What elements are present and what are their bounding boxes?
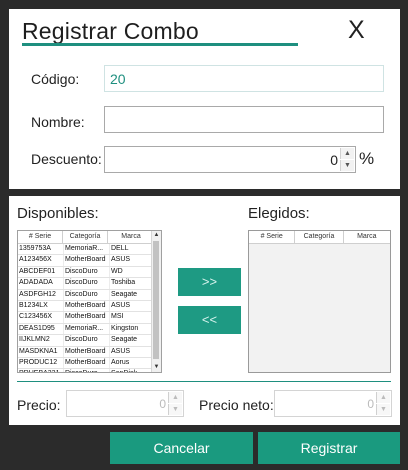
disponibles-title: Disponibles: xyxy=(17,205,99,222)
section-divider xyxy=(17,381,391,382)
table-row[interactable]: DEAS1D95 MemoriaR... Kingston xyxy=(18,323,161,336)
table-cell: DiscoDuro xyxy=(64,369,110,372)
add-to-combo-button[interactable]: >> xyxy=(178,268,241,296)
scroll-down-icon[interactable]: ▼ xyxy=(152,363,161,372)
column-header-serie[interactable]: # Serie xyxy=(249,231,296,243)
descuento-label: Descuento: xyxy=(31,151,102,167)
precio-neto-value: 0 xyxy=(367,396,374,411)
table-cell: B1234LX xyxy=(18,300,64,312)
precio-value: 0 xyxy=(159,396,166,411)
table-cell: DiscoDuro xyxy=(64,289,110,300)
table-cell: MotherBoard xyxy=(64,312,110,323)
table-cell: 1359753A xyxy=(18,244,64,255)
codigo-label: Código: xyxy=(31,71,80,87)
table-cell: MotherBoard xyxy=(64,300,110,312)
table-cell: DiscoDuro xyxy=(64,278,110,289)
table-row[interactable]: ASDFGH12 DiscoDuro Seagate xyxy=(18,289,161,301)
column-header-categoria[interactable]: Categoría xyxy=(295,231,344,243)
column-header-categoria[interactable]: Categoría xyxy=(63,231,108,243)
percent-sign: % xyxy=(359,149,375,168)
table-row[interactable]: PRODUC12 MotherBoard Aorus xyxy=(18,357,161,370)
chevron-down-icon[interactable]: ▼ xyxy=(340,160,354,171)
table-cell: DEAS1D95 xyxy=(18,323,64,335)
table-cell: ABCDEF01 xyxy=(18,266,64,278)
scroll-up-icon[interactable]: ▲ xyxy=(152,231,161,240)
table-cell: C123456X xyxy=(18,312,64,323)
chevron-down-icon[interactable]: ▼ xyxy=(168,404,182,415)
table-row[interactable]: PRUEBA321DiscoDuroSanDisk xyxy=(18,369,161,372)
chevron-up-icon[interactable]: ▲ xyxy=(168,392,182,403)
disponibles-scrollbar[interactable]: ▲ ▼ xyxy=(151,231,161,372)
disponibles-header: # Serie Categoría Marca xyxy=(18,231,161,244)
table-cell: IIJKLMN2 xyxy=(18,335,64,346)
table-row[interactable]: ABCDEF01 DiscoDuro WD xyxy=(18,266,161,279)
table-cell: MotherBoard xyxy=(64,346,110,357)
precio-neto-stepper[interactable]: 0 ▲ ▼ xyxy=(274,390,392,417)
disponibles-table[interactable]: # Serie Categoría Marca 1359753A MemoriaR… xyxy=(17,230,162,373)
table-cell: MemoriaR... xyxy=(64,244,110,255)
dialog-title: Registrar Combo xyxy=(22,18,199,44)
table-row[interactable]: IIJKLMN2 DiscoDuro Seagate xyxy=(18,335,161,347)
chevron-up-icon[interactable]: ▲ xyxy=(376,392,390,403)
elegidos-header: # Serie Categoría Marca xyxy=(249,231,390,244)
codigo-field[interactable] xyxy=(104,65,384,92)
table-cell: ADADADA xyxy=(18,278,64,289)
elegidos-title: Elegidos: xyxy=(248,205,310,222)
table-cell: MotherBoard xyxy=(64,255,110,266)
register-button[interactable]: Registrar xyxy=(258,432,400,464)
nombre-field[interactable] xyxy=(104,106,384,133)
chevron-down-icon[interactable]: ▼ xyxy=(376,404,390,415)
table-cell: DiscoDuro xyxy=(64,335,110,346)
table-cell: A123456X xyxy=(18,255,64,266)
table-cell: ASDFGH12 xyxy=(18,289,64,300)
table-cell: MemoriaR... xyxy=(64,323,110,335)
nombre-label: Nombre: xyxy=(31,114,85,130)
precio-stepper[interactable]: 0 ▲ ▼ xyxy=(66,390,184,417)
remove-from-combo-button[interactable]: << xyxy=(178,306,241,334)
precio-neto-label: Precio neto: xyxy=(199,397,274,413)
table-row[interactable]: A123456X MotherBoard ASUS xyxy=(18,255,161,267)
descuento-stepper[interactable]: 0 ▲ ▼ xyxy=(104,146,356,173)
close-icon[interactable]: X xyxy=(348,15,365,45)
table-row[interactable]: MASDKNA1 MotherBoard ASUS xyxy=(18,346,161,358)
elegidos-table[interactable]: # Serie Categoría Marca xyxy=(248,230,391,373)
column-header-marca[interactable]: Marca xyxy=(344,231,390,243)
table-row[interactable]: C123456X MotherBoard MSI xyxy=(18,312,161,324)
column-header-marca[interactable]: Marca xyxy=(108,231,155,243)
column-header-serie[interactable]: # Serie xyxy=(18,231,63,243)
cancel-button[interactable]: Cancelar xyxy=(110,432,253,464)
descuento-value: 0 xyxy=(330,151,338,168)
table-cell: MASDKNA1 xyxy=(18,346,64,357)
scrollbar-thumb[interactable] xyxy=(153,241,159,359)
chevron-up-icon[interactable]: ▲ xyxy=(340,148,354,159)
table-cell: DiscoDuro xyxy=(64,266,110,278)
table-row[interactable]: 1359753A MemoriaR... DELL xyxy=(18,244,161,256)
title-underline xyxy=(22,43,298,46)
table-row[interactable]: ADADADA DiscoDuro Toshiba xyxy=(18,278,161,290)
table-row[interactable]: B1234LX MotherBoard ASUS xyxy=(18,300,161,313)
table-cell: MotherBoard xyxy=(64,357,110,369)
table-cell: PRODUC12 xyxy=(18,357,64,369)
table-cell: PRUEBA321 xyxy=(18,369,64,372)
precio-label: Precio: xyxy=(17,397,61,413)
disponibles-rows: 1359753A MemoriaR... DELL A123456X MotherBoa… xyxy=(18,244,161,372)
